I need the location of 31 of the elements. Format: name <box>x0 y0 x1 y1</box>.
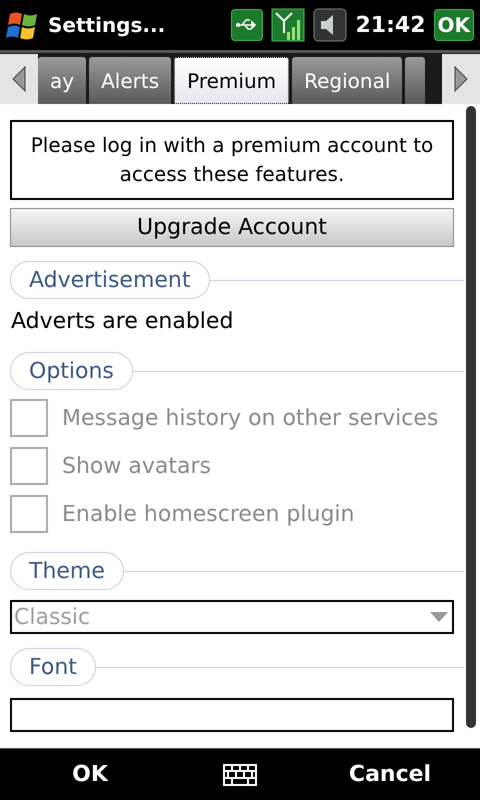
checkbox-label: Show avatars <box>62 452 211 480</box>
left-triangle-icon <box>12 66 26 92</box>
section-heading: Options <box>10 352 133 390</box>
right-triangle-icon <box>454 66 468 92</box>
scrollbar[interactable] <box>466 106 476 728</box>
cancel-softkey[interactable]: Cancel <box>300 758 480 791</box>
usb-icon[interactable] <box>231 9 264 41</box>
ok-button[interactable]: OK <box>434 9 474 41</box>
signal-icon[interactable] <box>271 8 306 42</box>
checkbox-label: Enable homescreen plugin <box>62 500 354 528</box>
checkbox-label: Message history on other services <box>62 404 438 432</box>
section-heading: Theme <box>10 552 124 590</box>
tab[interactable]: Premium <box>174 57 290 104</box>
scroll-right-button[interactable] <box>442 54 480 104</box>
section-heading: Advertisement <box>10 261 210 299</box>
scroll-left-button[interactable] <box>0 54 38 104</box>
keyboard-icon[interactable] <box>223 764 257 786</box>
notice-text: Please log in with a premium account to access these features. <box>30 132 434 188</box>
upgrade-button[interactable]: Upgrade Account <box>10 208 454 247</box>
tab[interactable] <box>405 57 426 104</box>
tab[interactable]: ay <box>38 57 86 104</box>
clock-time: 21:42 <box>355 12 426 40</box>
section-heading: Font <box>10 648 96 686</box>
ok-softkey[interactable]: OK <box>0 758 180 791</box>
dropdown-arrow-icon <box>430 612 448 622</box>
tab[interactable]: Alerts <box>89 57 172 104</box>
font-field[interactable] <box>10 698 454 732</box>
tab[interactable]: Regional <box>292 57 402 104</box>
status-text: Adverts are enabled <box>10 308 234 336</box>
window-title: Settings... <box>48 12 166 39</box>
speaker-icon[interactable] <box>313 8 348 42</box>
